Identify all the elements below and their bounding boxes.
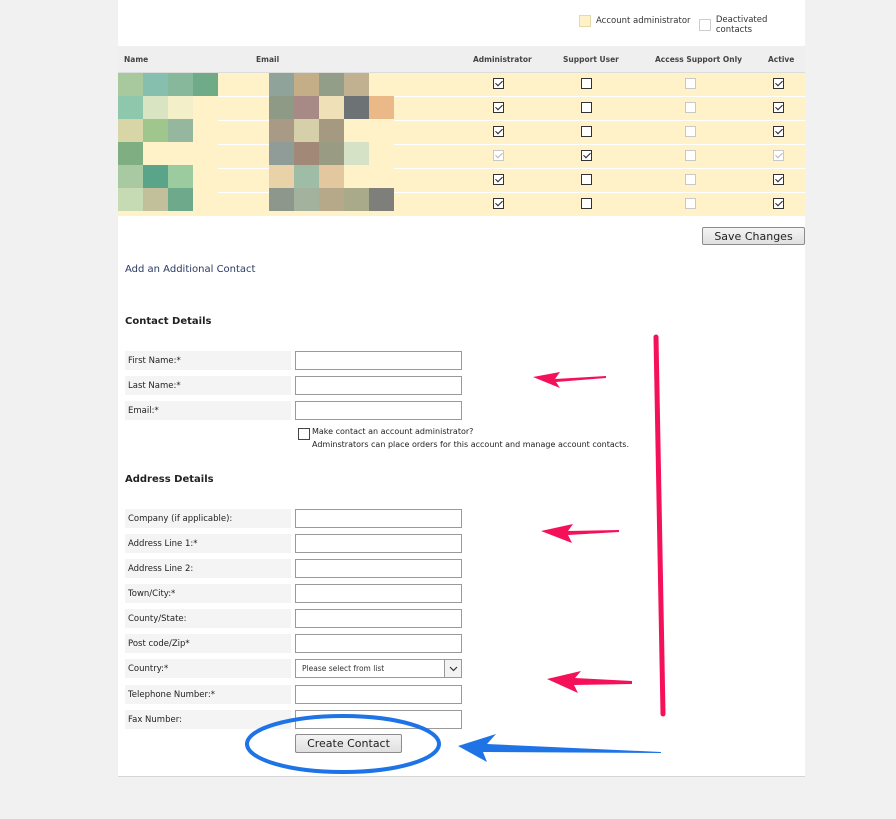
blue-arrow-icon (458, 734, 661, 762)
pink-arrow-icon (541, 524, 619, 543)
pink-arrow-icon (533, 372, 606, 388)
blue-circle-icon (245, 714, 441, 774)
annotation-overlay (245, 334, 666, 774)
pink-arrow-icon (547, 671, 632, 693)
pink-line-icon (653, 334, 666, 717)
